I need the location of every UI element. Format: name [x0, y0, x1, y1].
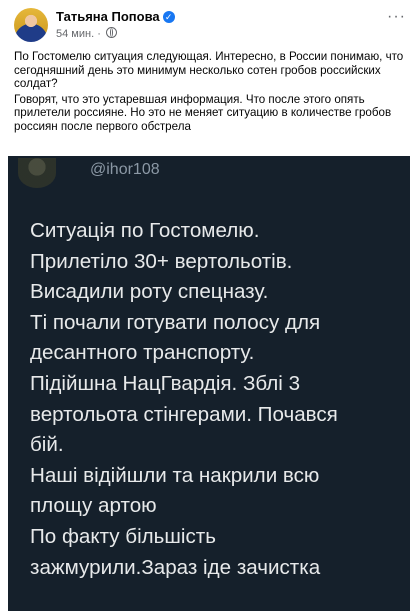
- tweet-line: десантного транспорту.: [30, 341, 255, 365]
- globe-icon: [105, 27, 117, 38]
- post-text: По Гостомелю ситуация следующая. Интерес…: [14, 50, 406, 135]
- tweet-screenshot-image[interactable]: @ihor108 Ситуація по Гостомелю. Прилетіл…: [8, 156, 410, 611]
- post-paragraph: Говорят, что это устаревшая информация. …: [14, 92, 392, 133]
- tweet-text: Ситуація по Гостомелю. Прилетіло 30+ вер…: [30, 216, 405, 583]
- author-name-row: Татьяна Попова ✓: [56, 9, 175, 24]
- facebook-post: Татьяна Попова ✓ 54 мин. · ··· По Гостоме…: [0, 0, 416, 611]
- tweet-line: бій.: [30, 433, 64, 457]
- post-paragraph: По Гостомелю ситуация следующая. Интерес…: [14, 50, 404, 90]
- tweet-line: зажмурили.Зараз іде зачистка: [30, 555, 321, 579]
- tweet-line: По факту більшість: [30, 524, 216, 548]
- post-meta: 54 мин. ·: [56, 27, 117, 40]
- tweet-handle: @ihor108: [90, 161, 160, 178]
- author-name[interactable]: Татьяна Попова: [56, 9, 160, 24]
- tweet-line: вертольота стінгерами. Почався: [30, 402, 338, 426]
- tweet-line: Прилетіло 30+ вертольотів.: [30, 249, 293, 273]
- more-icon[interactable]: ···: [387, 8, 406, 26]
- verified-badge-icon: ✓: [162, 11, 175, 23]
- author-avatar[interactable]: [14, 8, 48, 42]
- tweet-line: Висадили роту спецназу.: [30, 280, 269, 304]
- tweet-line: Підійшна НацГвардія. Зблі 3: [30, 371, 301, 395]
- meta-separator: ·: [97, 28, 101, 40]
- tweet-line: Ті почали готувати полосу для: [30, 310, 321, 334]
- tweet-line: площу артою: [30, 494, 157, 518]
- post-header: Татьяна Попова ✓ 54 мин. · ···: [14, 6, 406, 42]
- tweet-line: Наші відійшли та накрили всю: [30, 463, 320, 487]
- post-timestamp[interactable]: 54 мин.: [56, 28, 94, 40]
- tweet-avatar: [18, 158, 56, 188]
- tweet-line: Ситуація по Гостомелю.: [30, 219, 260, 242]
